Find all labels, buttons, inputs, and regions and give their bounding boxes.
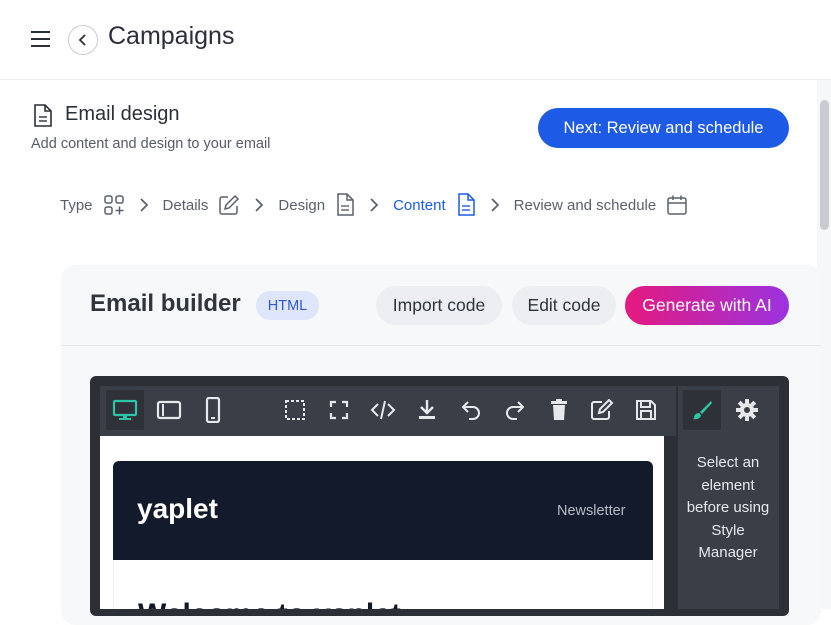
divider <box>61 345 821 346</box>
save-button[interactable] <box>627 390 665 430</box>
next-review-button[interactable]: Next: Review and schedule <box>538 108 789 148</box>
back-button[interactable] <box>68 25 98 55</box>
desktop-view-button[interactable] <box>106 390 144 430</box>
redo-button[interactable] <box>496 390 534 430</box>
undo-icon <box>461 401 480 420</box>
chevron-right-icon <box>490 198 500 212</box>
gear-icon <box>736 399 758 421</box>
chevron-right-icon <box>139 198 149 212</box>
document-icon <box>337 193 354 216</box>
step-label: Content <box>393 196 446 214</box>
calendar-icon <box>667 195 687 215</box>
generate-with-ai-button[interactable]: Generate with AI <box>625 286 789 325</box>
download-icon <box>419 400 435 419</box>
step-label: Type <box>60 196 93 214</box>
edit-code-button[interactable]: Edit code <box>512 286 616 325</box>
fullscreen-icon <box>329 400 349 420</box>
tablet-icon <box>156 400 182 420</box>
html-badge: HTML <box>256 291 319 320</box>
email-body-block[interactable]: Welcome to yaplet <box>113 560 653 609</box>
step-type[interactable]: Type <box>60 194 125 216</box>
document-icon <box>34 104 52 127</box>
redo-icon <box>506 401 525 420</box>
import-code-button[interactable]: Import code <box>376 286 502 325</box>
email-tag: Newsletter <box>557 503 626 519</box>
pencil-square-icon <box>219 194 240 215</box>
section-subtitle: Add content and design to your email <box>31 136 271 152</box>
builder-title: Email builder <box>90 290 241 317</box>
fullscreen-button[interactable] <box>320 390 358 430</box>
step-label: Design <box>278 196 326 214</box>
save-icon <box>636 400 656 420</box>
mobile-icon <box>205 397 221 423</box>
undo-button[interactable] <box>452 390 490 430</box>
chevron-left-icon <box>78 34 86 46</box>
section-title: Email design <box>65 103 180 125</box>
brush-icon <box>693 401 712 420</box>
style-manager-button[interactable] <box>683 390 721 430</box>
email-heading: Welcome to yaplet <box>138 598 401 609</box>
code-icon <box>370 400 396 420</box>
step-review[interactable]: Review and schedule <box>514 194 689 216</box>
edit-icon <box>591 399 614 420</box>
mobile-view-button[interactable] <box>194 390 232 430</box>
step-details[interactable]: Details <box>163 194 241 216</box>
step-content[interactable]: Content <box>393 193 476 217</box>
outline-icon <box>285 400 305 420</box>
chevron-right-icon <box>369 198 379 212</box>
settings-button[interactable] <box>728 390 766 430</box>
trash-icon <box>551 399 567 420</box>
outline-button[interactable] <box>276 390 314 430</box>
email-logo: yaplet <box>137 493 218 524</box>
desktop-icon <box>112 399 138 420</box>
document-icon <box>457 193 475 216</box>
download-button[interactable] <box>408 390 446 430</box>
code-view-button[interactable] <box>364 390 402 430</box>
delete-button[interactable] <box>540 390 578 430</box>
page-title: Campaigns <box>108 22 235 50</box>
chevron-right-icon <box>254 198 264 212</box>
step-label: Details <box>162 196 209 214</box>
grid-plus-icon <box>103 195 124 215</box>
step-breadcrumb: Type Details Design Content Review and s… <box>60 190 688 220</box>
tablet-view-button[interactable] <box>150 390 188 430</box>
step-label: Review and schedule <box>513 196 657 214</box>
step-design[interactable]: Design <box>278 193 355 217</box>
hamburger-menu-icon[interactable] <box>30 29 52 49</box>
scrollbar-thumb[interactable] <box>820 100 829 230</box>
style-manager-message: Select an element before using Style Man… <box>686 454 770 561</box>
top-bar: Campaigns <box>0 0 831 80</box>
import-button[interactable] <box>583 390 621 430</box>
